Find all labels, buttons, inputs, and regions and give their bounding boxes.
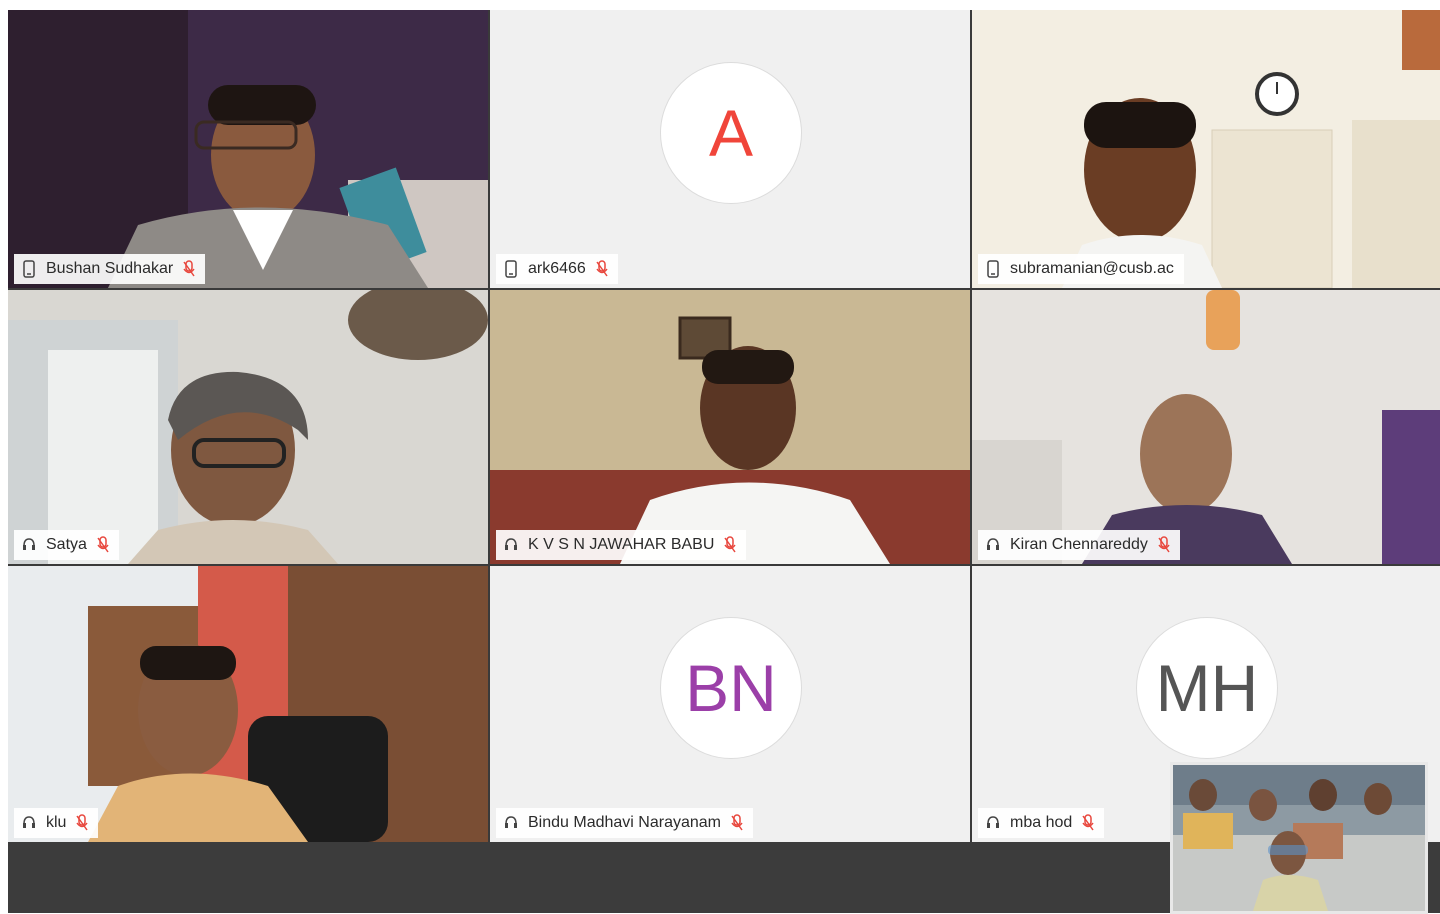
video-feed (8, 290, 488, 564)
avatar: BN (660, 617, 802, 760)
avatar-initials: BN (685, 651, 777, 726)
participant-tile[interactable]: klu (8, 566, 488, 842)
phone-icon (987, 260, 999, 278)
participant-tile[interactable]: BN Bindu Madhavi Narayanam (490, 566, 970, 842)
participant-name: klu (46, 814, 67, 831)
muted-mic-icon (183, 260, 195, 277)
participant-tile[interactable]: K V S N JAWAHAR BABU (490, 290, 970, 564)
self-view-feed (1173, 765, 1425, 911)
video-feed (490, 290, 970, 564)
participant-namebar: Bushan Sudhakar (14, 254, 206, 284)
participant-name: Bushan Sudhakar (46, 260, 174, 277)
self-view-video[interactable] (1170, 762, 1428, 914)
headset-icon (23, 816, 35, 828)
muted-mic-icon (596, 260, 608, 277)
video-feed (8, 10, 488, 288)
participant-tile[interactable]: Bushan Sudhakar (8, 10, 488, 288)
participant-tile[interactable]: Satya (8, 290, 488, 564)
avatar: A (660, 62, 802, 205)
headset-icon (987, 538, 999, 550)
participant-namebar: klu (14, 808, 99, 838)
participant-namebar: Bindu Madhavi Narayanam (496, 808, 753, 838)
muted-mic-icon (97, 536, 109, 553)
muted-mic-icon (1158, 536, 1170, 553)
avatar-initials: MH (1155, 651, 1259, 726)
participant-name: Kiran Chennareddy (1010, 536, 1148, 553)
headset-icon (505, 816, 517, 828)
participant-name: ark6466 (528, 260, 586, 277)
meeting-window: Bushan Sudhakar A ark6466 subramanian@cu… (8, 10, 1440, 914)
headset-icon (505, 538, 517, 550)
participant-name: subramanian@cusb.ac (1010, 260, 1174, 277)
muted-mic-icon (731, 814, 743, 831)
participant-tile[interactable]: subramanian@cusb.ac (972, 10, 1440, 288)
phone-icon (505, 260, 517, 278)
headset-icon (987, 816, 999, 828)
participant-namebar: subramanian@cusb.ac (978, 254, 1184, 284)
participant-namebar: mba hod (978, 808, 1105, 838)
participant-name: K V S N JAWAHAR BABU (528, 536, 715, 553)
participant-namebar: Kiran Chennareddy (978, 530, 1180, 560)
phone-icon (23, 260, 35, 278)
avatar: MH (1136, 617, 1278, 760)
participant-name: mba hod (1010, 814, 1073, 831)
participant-name: Satya (46, 536, 87, 553)
muted-mic-icon (76, 814, 89, 831)
video-feed (972, 10, 1440, 288)
muted-mic-icon (1082, 814, 1094, 831)
video-feed (972, 290, 1440, 564)
participant-namebar: ark6466 (496, 254, 618, 284)
participant-tile[interactable]: A ark6466 (490, 10, 970, 288)
muted-mic-icon (724, 536, 737, 553)
participant-name: Bindu Madhavi Narayanam (528, 814, 721, 831)
avatar-initials: A (708, 96, 754, 171)
participant-namebar: Satya (14, 530, 119, 560)
participant-namebar: K V S N JAWAHAR BABU (496, 530, 747, 560)
headset-icon (23, 538, 35, 550)
video-feed (8, 566, 488, 842)
participant-grid: Bushan Sudhakar A ark6466 subramanian@cu… (8, 10, 1440, 842)
participant-tile[interactable]: Kiran Chennareddy (972, 290, 1440, 564)
